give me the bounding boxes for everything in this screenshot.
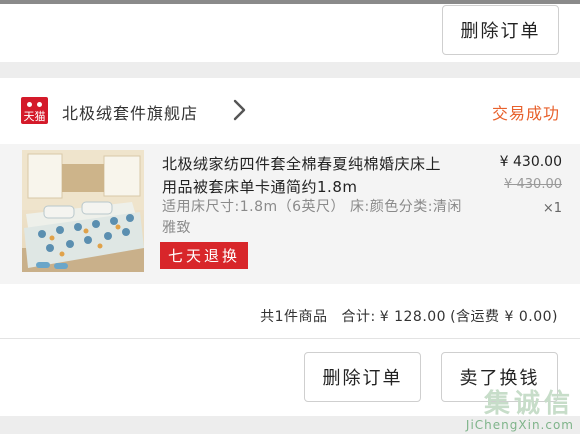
product-spec: 适用床尺寸:1.8m（6英尺） 床:颜色分类:清闲雅致 xyxy=(162,199,462,236)
total-label: 合计: xyxy=(341,309,376,325)
product-thumbnail[interactable] xyxy=(22,150,144,272)
product-original-price: ¥ 430.00 xyxy=(504,177,562,192)
watermark-url: JiChengXin.com xyxy=(465,418,574,432)
total-value: ¥ 128.00 xyxy=(379,309,447,325)
shop-name[interactable]: 北极绒套件旗舰店 xyxy=(62,100,198,124)
product-price: ¥ 430.00 xyxy=(499,154,562,170)
divider xyxy=(0,338,580,339)
tmall-logo-text: 天猫 xyxy=(23,110,46,123)
delete-order-button[interactable]: 删除订单 xyxy=(304,352,421,402)
chevron-right-icon[interactable] xyxy=(232,98,248,122)
product-quantity: ×1 xyxy=(542,201,562,216)
previous-order-card: 删除订单 xyxy=(0,4,580,62)
item-count: 共1件商品 xyxy=(260,309,328,325)
order-card: 天猫 北极绒套件旗舰店 交易成功 北极绒家纺四件套全棉春夏纯棉婚庆床上用品被套床… xyxy=(0,78,580,416)
watermark: 集诚信 JiChengXin.com xyxy=(466,390,574,432)
tmall-logo-icon: 天猫 xyxy=(21,97,48,124)
seven-day-return-badge: 七天退换 xyxy=(160,242,248,269)
shipping-note: (含运费 ¥ 0.00) xyxy=(450,309,558,325)
delete-order-button-previous[interactable]: 删除订单 xyxy=(442,5,559,55)
order-item-row[interactable]: 北极绒家纺四件套全棉春夏纯棉婚庆床上用品被套床单卡通简约1.8m 适用床尺寸:1… xyxy=(0,144,580,284)
product-title[interactable]: 北极绒家纺四件套全棉春夏纯棉婚庆床上用品被套床单卡通简约1.8m xyxy=(162,153,452,199)
order-summary: 共1件商品 合计: ¥ 128.00 (含运费 ¥ 0.00) xyxy=(256,306,558,326)
watermark-logo: 集诚信 xyxy=(483,389,574,419)
order-status: 交易成功 xyxy=(491,104,560,123)
